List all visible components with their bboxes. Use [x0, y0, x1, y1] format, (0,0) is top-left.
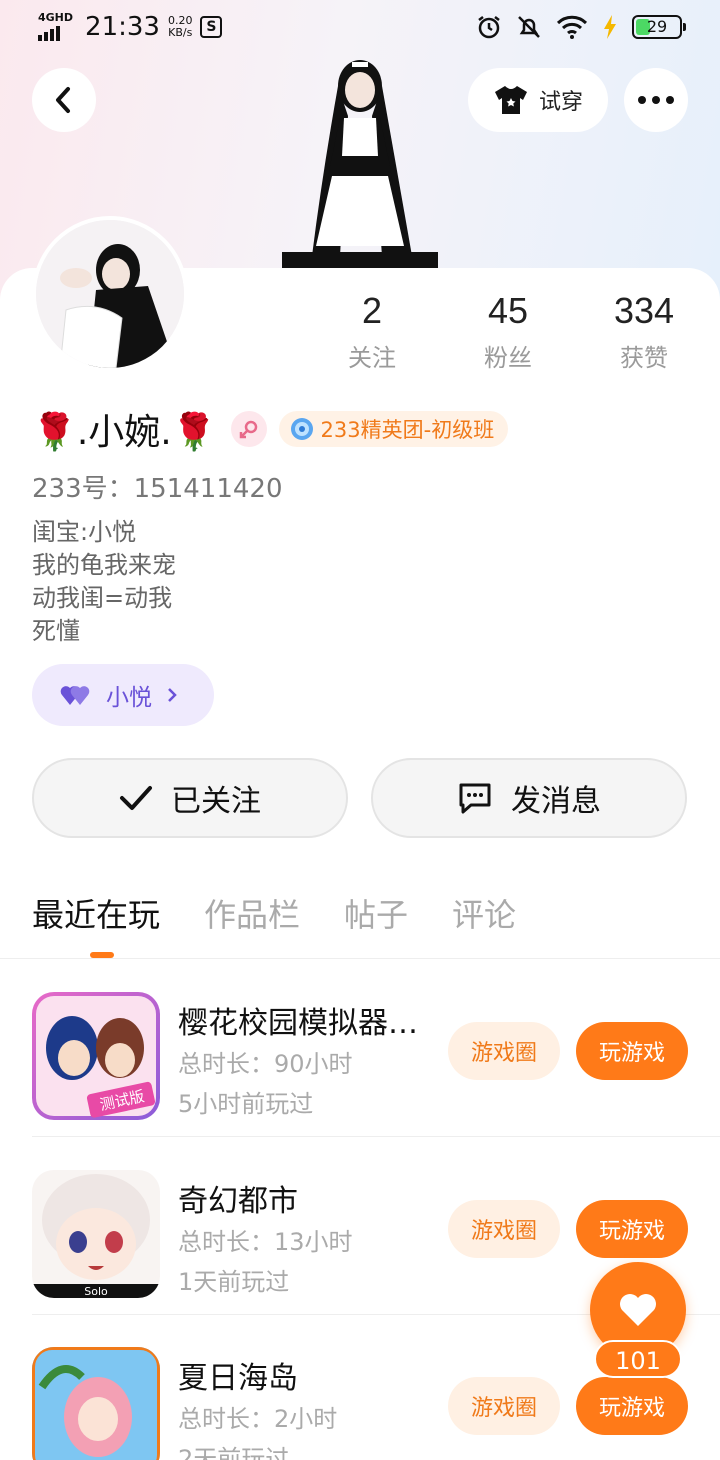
character-figure [282, 60, 438, 268]
more-button[interactable] [624, 68, 688, 132]
game-duration: 总时长：2小时 [178, 1405, 338, 1433]
game-circle-button[interactable]: 游戏圈 [448, 1377, 560, 1435]
shirt-icon [494, 86, 527, 114]
game-duration: 总时长：13小时 [178, 1228, 353, 1256]
tab-bar: 最近在玩 作品栏 帖子 评论 [32, 890, 516, 936]
game-circle-button[interactable]: 游戏圈 [448, 1200, 560, 1258]
charging-icon [604, 15, 616, 39]
avatar[interactable] [32, 216, 188, 372]
app-notification-icon: S [200, 16, 223, 38]
game-last-played: 1天前玩过 [178, 1268, 290, 1296]
play-game-button[interactable]: 玩游戏 [576, 1200, 688, 1258]
female-icon [230, 411, 267, 447]
bestie-tag[interactable]: 小悦 [32, 664, 214, 726]
user-id: 233号：151411420 [32, 474, 283, 504]
play-game-button[interactable]: 玩游戏 [576, 1377, 688, 1435]
game-last-played: 5小时前玩过 [178, 1090, 314, 1118]
game-icon: 测试版 [32, 992, 160, 1120]
game-title: 奇幻都市 [178, 1184, 298, 1219]
try-on-button[interactable]: 试穿 [468, 68, 608, 132]
tab-works[interactable]: 作品栏 [204, 890, 300, 936]
stat-likes[interactable]: 334 获赞 [584, 290, 704, 373]
battery-icon: 29 [632, 15, 686, 39]
stat-number: 2 [361, 290, 383, 331]
check-icon [120, 786, 152, 810]
stat-label: 获赞 [620, 344, 668, 372]
bestie-tag-label: 小悦 [106, 685, 152, 711]
more-dot [666, 96, 674, 104]
stat-label: 粉丝 [484, 344, 532, 372]
divider [32, 1136, 720, 1137]
stat-number: 45 [487, 290, 529, 331]
stat-following[interactable]: 2 关注 [312, 290, 432, 373]
chevron-left-icon [56, 87, 70, 113]
chevron-right-icon [168, 688, 177, 702]
stat-label: 关注 [348, 344, 396, 372]
heart-icon [620, 1294, 656, 1326]
more-dot [652, 96, 660, 104]
tab-comments[interactable]: 评论 [452, 890, 516, 936]
network-type: 4GHD [38, 11, 74, 24]
medal-icon [290, 418, 313, 440]
game-title: 樱花校园模拟器… [178, 1006, 418, 1041]
game-list-item[interactable]: 测试版 樱花校园模拟器… 总时长：90小时 5小时前玩过 游戏圈 玩游戏 [32, 960, 720, 1138]
level-badge-label: 233精英团-初级班 [320, 418, 495, 442]
stat-fans[interactable]: 45 粉丝 [448, 290, 568, 373]
game-icon: Solo [32, 1170, 160, 1298]
tab-recent-games[interactable]: 最近在玩 [32, 890, 160, 936]
bio-line: 闺宝:小悦 [32, 518, 137, 546]
game-icon [32, 1347, 160, 1460]
followed-button[interactable]: 已关注 [32, 758, 348, 838]
bio-line: 我的龟我来宠 [32, 551, 176, 579]
signal-icon [38, 23, 60, 41]
stat-number: 334 [613, 290, 675, 331]
bio: 闺宝:小悦 我的龟我来宠 动我闺=动我 死懂 [32, 516, 176, 648]
followed-label: 已关注 [171, 784, 261, 819]
tab-posts[interactable]: 帖子 [344, 890, 408, 936]
bio-line: 死懂 [32, 617, 80, 645]
game-title: 夏日海岛 [178, 1361, 298, 1396]
name-row: 🌹.小婉.🌹 233精英团-初级班 [32, 404, 509, 454]
user-name: 🌹.小婉.🌹 [32, 412, 217, 453]
game-duration: 总时长：90小时 [178, 1050, 353, 1078]
status-time: 21:33 [85, 12, 160, 42]
mute-bell-icon [518, 16, 540, 38]
bio-line: 动我闺=动我 [32, 584, 173, 612]
back-button[interactable] [32, 68, 96, 132]
game-last-played: 2天前玩过 [178, 1445, 290, 1460]
network-speed: 0.20 KB/s [167, 14, 193, 39]
level-badge[interactable]: 233精英团-初级班 [278, 411, 509, 447]
game-circle-button[interactable]: 游戏圈 [448, 1022, 560, 1080]
like-count: 101 [594, 1340, 682, 1378]
message-button[interactable]: 发消息 [371, 758, 687, 838]
try-on-label: 试穿 [538, 90, 583, 115]
more-dot [638, 96, 646, 104]
avatar-image [36, 220, 184, 368]
alarm-icon [478, 16, 500, 39]
status-bar: 4GHD 21:33 0.20 KB/s S 29 [0, 0, 720, 56]
svg-text:Solo: Solo [84, 1285, 108, 1298]
double-heart-icon [60, 686, 90, 705]
message-label: 发消息 [511, 784, 601, 819]
divider [0, 958, 720, 959]
chat-bubble-icon [459, 783, 491, 814]
play-game-button[interactable]: 玩游戏 [576, 1022, 688, 1080]
wifi-icon [556, 15, 588, 39]
